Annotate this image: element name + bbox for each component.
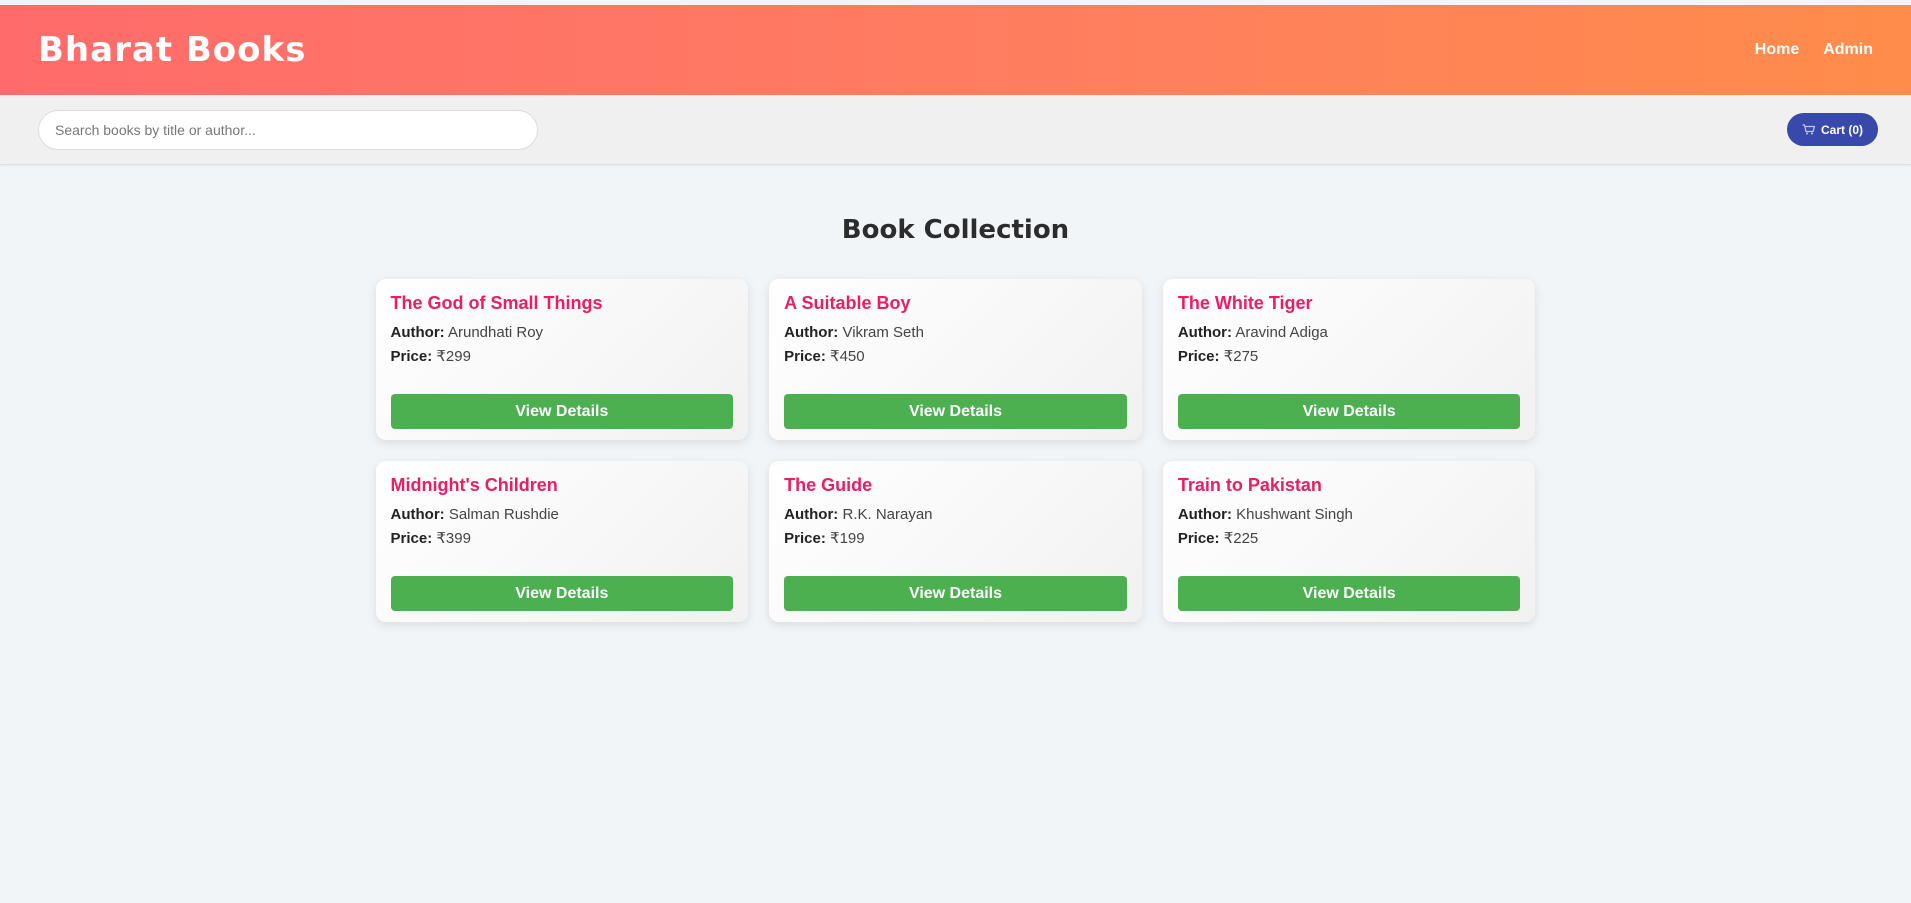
book-card: A Suitable Boy Author: Vikram Seth Price…: [769, 279, 1142, 440]
book-title: Train to Pakistan: [1177, 475, 1322, 495]
author-label: Author:: [1177, 506, 1232, 523]
book-card: Midnight's Children Author: Salman Rushd…: [375, 461, 749, 622]
book-author: Author: Aravind Adiga: [1178, 324, 1521, 341]
view-details-button[interactable]: View Details: [390, 394, 734, 429]
book-price: Price: ₹199: [784, 530, 1127, 547]
search-toolbar: Cart (0): [0, 95, 1911, 165]
author-value: R.K. Narayan: [842, 506, 933, 523]
author-value: Khushwant Singh: [1236, 506, 1353, 523]
cart-button-label: Cart (0): [1820, 122, 1863, 137]
author-value: Salman Rushdie: [448, 506, 559, 523]
site-header: Bharat Books Home Admin: [0, 5, 1911, 95]
price-label: Price:: [1177, 348, 1220, 365]
book-price: Price: ₹399: [391, 530, 734, 547]
price-label: Price:: [784, 530, 826, 547]
author-value: Aravind Adiga: [1235, 324, 1328, 341]
main-nav: Home Admin: [1755, 41, 1873, 59]
main-content: Book Collection The God of Small Things …: [375, 165, 1536, 622]
book-title: A Suitable Boy: [784, 293, 911, 313]
book-price: Price: ₹275: [1178, 348, 1521, 365]
book-card: Train to Pakistan Author: Khushwant Sing…: [1162, 461, 1536, 622]
price-value: ₹450: [830, 348, 865, 365]
book-card: The Guide Author: R.K. Narayan Price: ₹1…: [769, 461, 1142, 622]
site-logo[interactable]: Bharat Books: [38, 30, 306, 70]
nav-admin-link[interactable]: Admin: [1823, 41, 1873, 59]
view-details-button[interactable]: View Details: [784, 576, 1127, 611]
price-label: Price:: [390, 530, 433, 547]
author-label: Author:: [390, 324, 445, 341]
page-title: Book Collection: [841, 215, 1070, 245]
book-author: Author: Salman Rushdie: [391, 506, 734, 523]
book-price: Price: ₹299: [391, 348, 734, 365]
book-author: Author: Vikram Seth: [784, 324, 1127, 341]
cart-button[interactable]: Cart (0): [1786, 113, 1878, 146]
book-author: Author: Khushwant Singh: [1178, 506, 1521, 523]
book-card: The God of Small Things Author: Arundhat…: [375, 279, 749, 440]
author-value: Vikram Seth: [842, 324, 924, 341]
view-details-button[interactable]: View Details: [390, 576, 734, 611]
shopping-cart-icon: [1802, 124, 1815, 135]
author-label: Author:: [784, 324, 839, 341]
author-label: Author:: [1177, 324, 1232, 341]
book-price: Price: ₹450: [784, 348, 1127, 365]
book-price: Price: ₹225: [1178, 530, 1521, 547]
book-title: Midnight's Children: [390, 475, 558, 495]
price-label: Price:: [784, 348, 826, 365]
book-title: The Guide: [784, 475, 873, 495]
price-value: ₹225: [1223, 530, 1259, 547]
book-card: The White Tiger Author: Aravind Adiga Pr…: [1162, 279, 1536, 440]
book-author: Author: Arundhati Roy: [391, 324, 734, 341]
author-label: Author:: [784, 506, 839, 523]
price-label: Price:: [390, 348, 433, 365]
nav-home-link[interactable]: Home: [1755, 41, 1799, 59]
price-value: ₹399: [436, 530, 471, 547]
author-value: Arundhati Roy: [448, 324, 544, 341]
price-value: ₹299: [436, 348, 471, 365]
price-label: Price:: [1177, 530, 1220, 547]
book-grid: The God of Small Things Author: Arundhat…: [375, 279, 1536, 622]
book-author: Author: R.K. Narayan: [784, 506, 1127, 523]
view-details-button[interactable]: View Details: [784, 394, 1127, 429]
book-title: The White Tiger: [1177, 293, 1313, 313]
price-value: ₹275: [1223, 348, 1259, 365]
book-title: The God of Small Things: [390, 293, 603, 313]
search-input[interactable]: [38, 109, 538, 150]
view-details-button[interactable]: View Details: [1177, 394, 1521, 429]
author-label: Author:: [390, 506, 445, 523]
view-details-button[interactable]: View Details: [1177, 576, 1521, 611]
price-value: ₹199: [830, 530, 865, 547]
